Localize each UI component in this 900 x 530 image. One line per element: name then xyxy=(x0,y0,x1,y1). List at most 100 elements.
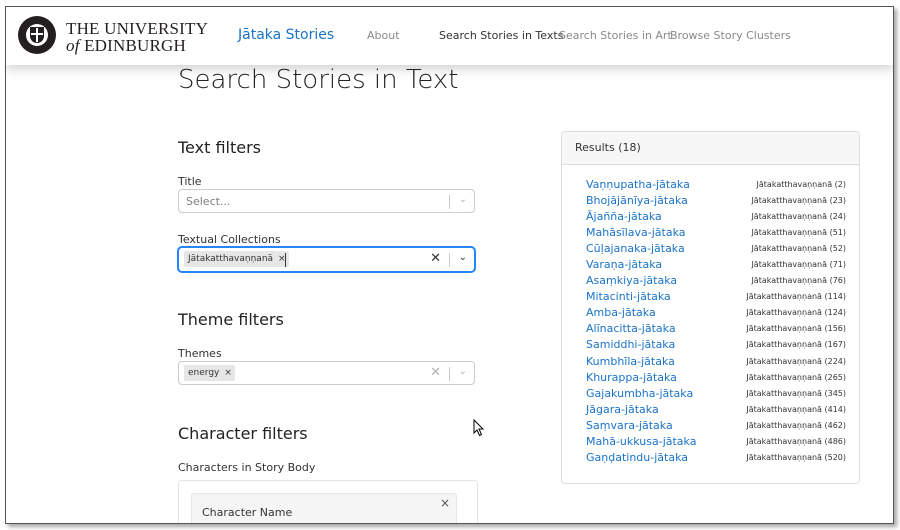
result-collection: Jātakatthavaṇṇanā (462) xyxy=(746,420,846,430)
result-collection: Jātakatthavaṇṇanā (124) xyxy=(746,308,846,318)
result-collection: Jātakatthavaṇṇanā (224) xyxy=(746,356,846,366)
result-collection: Jātakatthavaṇṇanā (71) xyxy=(751,260,846,270)
result-title-link[interactable]: Bhojājānīya-jātaka xyxy=(586,194,688,207)
select-separator xyxy=(449,195,450,209)
clear-icon[interactable]: ✕ xyxy=(430,365,441,380)
results-list: Vaṇṇupatha-jātaka Jātakatthavaṇṇanā (2) Bh… xyxy=(562,178,859,467)
character-name-label: Character Name xyxy=(202,506,293,519)
result-row: Khurappa-jātaka Jātakatthavaṇṇanā (265) xyxy=(562,371,859,387)
results-panel: Results (18) Vaṇṇupatha-jātaka Jātakattha… xyxy=(561,131,860,484)
themes-label: Themes xyxy=(178,347,222,360)
title-label: Title xyxy=(178,175,202,188)
result-title-link[interactable]: Alīnacitta-jātaka xyxy=(586,322,676,335)
result-collection: Jātakatthavaṇṇanā (23) xyxy=(751,196,846,206)
result-row: Bhojājānīya-jātaka Jātakatthavaṇṇanā (23) xyxy=(562,194,859,210)
result-collection: Jātakatthavaṇṇanā (2) xyxy=(756,180,846,189)
result-collection: Jātakatthavaṇṇanā (156) xyxy=(746,324,846,334)
result-row: Asaṃkiya-jātaka Jātakatthavaṇṇanā (76) xyxy=(562,274,859,290)
result-collection: Jātakatthavaṇṇanā (76) xyxy=(751,276,846,286)
mouse-pointer-icon xyxy=(473,419,485,437)
result-row: Mahāsīlava-jātaka Jātakatthavaṇṇanā (51) xyxy=(562,226,859,242)
main-content: Search Stories in Text Text filters Titl… xyxy=(6,65,893,523)
result-row: Amba-jātaka Jātakatthavaṇṇanā (124) xyxy=(562,306,859,322)
title-select[interactable]: Select... ⌄ xyxy=(178,189,475,213)
result-title-link[interactable]: Mitacinti-jātaka xyxy=(586,290,671,303)
results-header: Results (18) xyxy=(562,132,859,165)
textual-collections-select[interactable]: Jātakatthavaṇṇanā × ✕ ⌄ xyxy=(178,247,475,272)
result-title-link[interactable]: Jāgara-jātaka xyxy=(586,403,659,416)
characters-in-body-label: Characters in Story Body xyxy=(178,461,316,474)
result-title-link[interactable]: Cūḷajanaka-jātaka xyxy=(586,242,685,255)
result-title-link[interactable]: Kumbhīla-jātaka xyxy=(586,355,675,368)
text-caret xyxy=(285,253,286,267)
result-title-link[interactable]: Khurappa-jātaka xyxy=(586,371,677,384)
result-title-link[interactable]: Varaṇa-jātaka xyxy=(586,258,662,271)
text-filters-heading: Text filters xyxy=(178,138,261,157)
nav-link-search-art[interactable]: Search Stories in Art xyxy=(559,29,672,42)
title-select-placeholder: Select... xyxy=(186,195,231,208)
result-collection: Jātakatthavaṇṇanā (52) xyxy=(751,244,846,254)
result-title-link[interactable]: Mahā-ukkusa-jātaka xyxy=(586,435,696,448)
result-row: Jāgara-jātaka Jātakatthavaṇṇanā (414) xyxy=(562,403,859,419)
university-name-of: of xyxy=(66,36,80,55)
result-title-link[interactable]: Vaṇṇupatha-jātaka xyxy=(586,178,690,191)
result-row: Alīnacitta-jātaka Jātakatthavaṇṇanā (156) xyxy=(562,322,859,338)
collection-chip: Jātakatthavaṇṇanā × xyxy=(184,251,289,267)
result-row: Samiddhi-jātaka Jātakatthavaṇṇanā (167) xyxy=(562,338,859,354)
result-row: Mitacinti-jātaka Jātakatthavaṇṇanā (114) xyxy=(562,290,859,306)
result-collection: Jātakatthavaṇṇanā (24) xyxy=(751,212,846,222)
result-row: Mahā-ukkusa-jātaka Jātakatthavaṇṇanā (486… xyxy=(562,435,859,451)
university-name-edinburgh: EDINBURGH xyxy=(79,36,186,55)
chip-remove-icon[interactable]: × xyxy=(224,368,232,378)
select-separator xyxy=(449,253,450,267)
result-collection: Jātakatthavaṇṇanā (486) xyxy=(746,436,846,446)
page-title: Search Stories in Text xyxy=(178,65,459,95)
university-name-line2: of EDINBURGH xyxy=(66,36,186,56)
result-row: Gajakumbha-jātaka Jātakatthavaṇṇanā (345) xyxy=(562,387,859,403)
result-collection: Jātakatthavaṇṇanā (114) xyxy=(746,292,846,302)
textual-collections-label: Textual Collections xyxy=(178,233,281,246)
character-filter-card: Character Name × xyxy=(178,480,478,523)
result-title-link[interactable]: Mahāsīlava-jātaka xyxy=(586,226,686,239)
collection-chip-label: Jātakatthavaṇṇanā xyxy=(188,254,274,264)
chevron-down-icon[interactable]: ⌄ xyxy=(459,194,467,205)
theme-chip-label: energy xyxy=(188,368,220,378)
theme-chip: energy × xyxy=(184,365,235,381)
result-title-link[interactable]: Samiddhi-jātaka xyxy=(586,338,675,351)
browser-viewport: THE UNIVERSITY of EDINBURGH Jātaka Stori… xyxy=(5,6,894,524)
clear-icon[interactable]: ✕ xyxy=(430,251,441,266)
theme-filters-heading: Theme filters xyxy=(178,310,284,329)
result-title-link[interactable]: Ājañña-jātaka xyxy=(586,210,662,223)
nav-link-browse-clusters[interactable]: Browse Story Clusters xyxy=(670,29,791,42)
result-title-link[interactable]: Asaṃkiya-jātaka xyxy=(586,274,677,287)
result-row: Varaṇa-jātaka Jātakatthavaṇṇanā (71) xyxy=(562,258,859,274)
result-title-link[interactable]: Gaṇḍatindu-jātaka xyxy=(586,451,688,464)
character-name-panel: Character Name × xyxy=(191,493,457,523)
result-row: Kumbhīla-jātaka Jātakatthavaṇṇanā (224) xyxy=(562,355,859,371)
select-separator xyxy=(449,367,450,381)
character-filters-heading: Character filters xyxy=(178,424,308,443)
result-title-link[interactable]: Amba-jātaka xyxy=(586,306,656,319)
result-title-link[interactable]: Saṃvara-jātaka xyxy=(586,419,673,432)
site-brand-link[interactable]: Jātaka Stories xyxy=(238,27,334,43)
themes-select[interactable]: energy × ✕ ⌄ xyxy=(178,361,475,385)
result-collection: Jātakatthavaṇṇanā (167) xyxy=(746,340,846,350)
result-collection: Jātakatthavaṇṇanā (345) xyxy=(746,388,846,398)
result-collection: Jātakatthavaṇṇanā (520) xyxy=(746,452,846,462)
result-collection: Jātakatthavaṇṇanā (414) xyxy=(746,404,846,414)
result-row: Gaṇḍatindu-jātaka Jātakatthavaṇṇanā (520) xyxy=(562,451,859,467)
result-row: Vaṇṇupatha-jātaka Jātakatthavaṇṇanā (2) xyxy=(562,178,859,194)
chevron-down-icon[interactable]: ⌄ xyxy=(459,366,467,377)
result-row: Cūḷajanaka-jātaka Jātakatthavaṇṇanā (52) xyxy=(562,242,859,258)
result-collection: Jātakatthavaṇṇanā (265) xyxy=(746,372,846,382)
university-crest-icon[interactable] xyxy=(18,16,56,54)
result-row: Ājañña-jātaka Jātakatthavaṇṇanā (24) xyxy=(562,210,859,226)
result-title-link[interactable]: Gajakumbha-jātaka xyxy=(586,387,693,400)
close-icon[interactable]: × xyxy=(440,496,450,510)
top-navbar: THE UNIVERSITY of EDINBURGH Jātaka Stori… xyxy=(6,7,893,65)
nav-link-search-texts[interactable]: Search Stories in Texts xyxy=(439,29,563,42)
chevron-down-icon[interactable]: ⌄ xyxy=(459,252,467,263)
nav-link-about[interactable]: About xyxy=(367,29,400,42)
result-collection: Jātakatthavaṇṇanā (51) xyxy=(751,228,846,238)
result-row: Saṃvara-jātaka Jātakatthavaṇṇanā (462) xyxy=(562,419,859,435)
